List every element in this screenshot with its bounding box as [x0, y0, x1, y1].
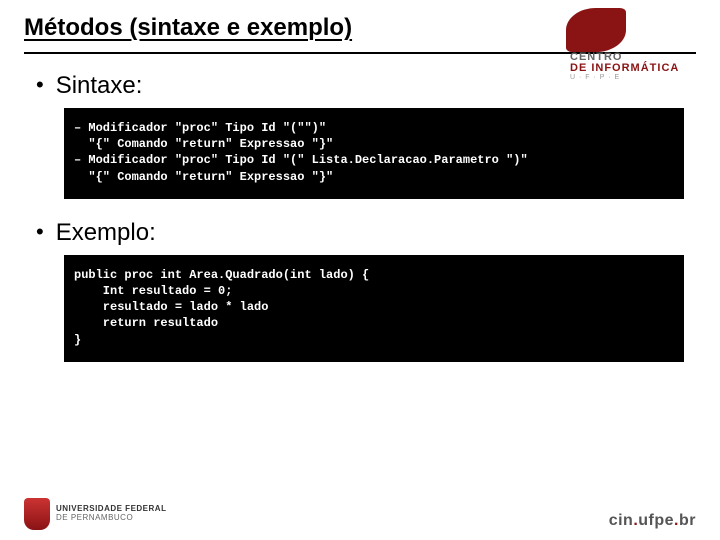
logo-text: CENTRO DE INFORMÁTICA U · F · P · E [570, 52, 679, 81]
bullet-exemplo: • Exemplo: [36, 219, 684, 247]
shield-icon [24, 498, 50, 530]
footer: UNIVERSIDADE FEDERAL DE PERNAMBUCO cin.u… [24, 498, 696, 530]
logo-line2: DE INFORMÁTICA [570, 63, 679, 74]
exemplo-label: Exemplo: [56, 219, 156, 247]
slide: CENTRO DE INFORMÁTICA U · F · P · E Méto… [0, 0, 720, 540]
logo-line3: U · F · P · E [570, 74, 679, 81]
bullet-dot-icon: • [36, 219, 44, 245]
ufpe-line2: DE PERNAMBUCO [56, 514, 166, 523]
exemplo-code-block: public proc int Area.Quadrado(int lado) … [64, 255, 684, 362]
content: • Sintaxe: – Modificador "proc" Tipo Id … [0, 54, 720, 362]
bullet-dot-icon: • [36, 72, 44, 98]
logo-centro-informatica: CENTRO DE INFORMÁTICA U · F · P · E [566, 8, 696, 58]
cin-text: cin [609, 512, 634, 529]
sintaxe-code-block: – Modificador "proc" Tipo Id "("")" "{" … [64, 108, 684, 199]
cin-url: cin.ufpe.br [609, 512, 696, 530]
sintaxe-label: Sintaxe: [56, 72, 143, 100]
ufpe-text: ufpe [638, 512, 674, 529]
ufpe-text: UNIVERSIDADE FEDERAL DE PERNAMBUCO [56, 505, 166, 523]
br-text: br [679, 512, 696, 529]
slide-title: Métodos (sintaxe e exemplo) [24, 14, 352, 41]
swoosh-icon [566, 8, 626, 52]
logo-ufpe: UNIVERSIDADE FEDERAL DE PERNAMBUCO [24, 498, 166, 530]
